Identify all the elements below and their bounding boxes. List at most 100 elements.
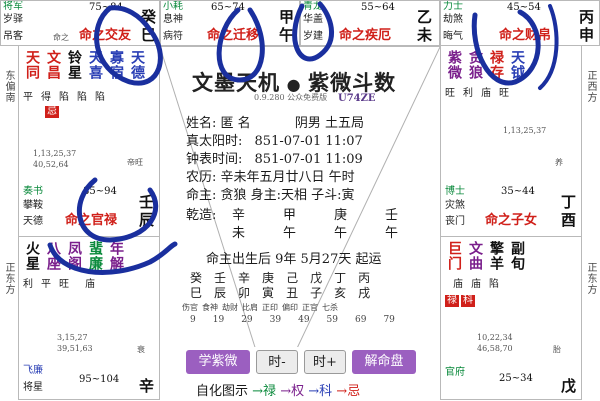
bazi-branches: 未 午 午 午 [232,225,398,242]
bazi-stem: 甲 [283,208,297,223]
version-label: 0.9.280 公众免费版 [254,93,328,102]
minor-star: 寡宿 [108,50,124,80]
luck-age: 29 [241,315,253,325]
palace-star-minor: 岁驿 [3,14,23,25]
brightness: 庙 [85,279,95,290]
palace-star: 奏书 [23,186,43,197]
luck-god: 食神 [202,303,218,312]
luck-god: 伤官 [182,303,198,312]
luck-age: 19 [212,315,225,325]
palace-wu[interactable]: 小耗 息神 病符 65~74 命之迁移 甲 午 [160,0,300,46]
palace-chen[interactable]: 天同 文昌 铃星 天喜 寡宿 天德 平 得 陷 陷 陷 忌 1,13,25,37… [18,46,160,237]
bazi-branch: 未 [232,226,246,241]
bazi-branch: 午 [385,226,399,241]
legend-lu: →禄 [252,384,277,399]
minor-star: 禄存 [488,50,504,80]
luck-stem: 壬 [214,271,227,285]
life-stage: 帝旺 [127,158,143,167]
info-key: 钟表时间: [186,152,243,167]
palace-star-minor: 华盖 [303,14,323,25]
palace-star: 博士 [445,186,465,197]
luck-branch: 辰 [214,286,227,300]
palace-star-minor: 丧门 [445,216,465,227]
palace-branch: 午 [279,26,295,44]
age-list: 39,51,63 [57,344,93,353]
info-row-lunar: 农历: 辛未年五月廿八日 午时 [186,169,355,186]
luck-god: 偏印 [282,303,298,312]
life-stage: 养 [555,158,563,167]
brightness: 平 [23,92,33,103]
info-key: 姓名: [186,116,217,131]
center-panel: 文墨天机 ● 紫微斗数 0.9.280 公众免费版 U74ZE 姓名: 匿 名 … [160,46,440,401]
luck-stem: 丙 [358,271,371,285]
direction-label: 正西方 [585,70,596,103]
palace-name: 命之财帛 [499,28,552,43]
brightness: 利 [463,88,473,99]
luck-god: 七杀 [322,303,338,312]
palace-star: 官府 [445,367,465,378]
palace-stem: 癸 [141,8,157,26]
bazi-stem: 庚 [334,208,348,223]
palace-star: 小耗 [163,1,183,12]
app-title-sub: 紫微斗数 [308,70,397,95]
palace-you[interactable]: 紫微 贪狼 禄存 天钺 旺 利 庙 旺 1,13,25,37 养 博士 灾煞 丧… [440,46,582,237]
hour-plus-button[interactable]: 时+ [304,350,346,374]
age-list: 3,15,27 [57,333,88,342]
age-list: 1,13,25,37 [503,126,547,135]
palace-shen[interactable]: 力士 劫煞 晦气 45~54 命之财帛 丙 申 [440,0,600,46]
info-row-solar-time: 真太阳时: 851-07-01 11:07 [186,133,363,150]
luck-branch: 寅 [262,286,275,300]
palace-star: 将军 [3,1,23,12]
luck-ages-row: 9 19 29 39 49 59 69 79 [190,315,395,325]
palace-star-minor: 晦气 [443,31,463,42]
palace-prefix: 命之 [53,33,69,42]
decode-chart-button[interactable]: 解命盘 [352,350,416,374]
luck-branch: 卯 [238,286,251,300]
star-columns: 巨门 文曲 擎羊 副旬 [445,241,581,271]
palace-si[interactable]: 将军 岁驿 吊客 75~84 命之 命之交友 癸 巳 [0,0,160,46]
info-value: 贪狼 身主:天相 子斗:寅 [220,188,355,203]
minor-star: 天钺 [509,50,525,80]
legend-ji: →忌 [336,384,361,399]
palace-star-minor: 息神 [163,14,183,25]
luck-age: 69 [355,315,367,325]
brightness: 平 [41,279,51,290]
info-key: 真太阳时: [186,134,243,149]
palace-xu[interactable]: 巨门 文曲 擎羊 副旬 庙 庙 陷 禄 科 10,22,34 46,58,70 … [440,237,582,400]
hour-minus-button[interactable]: 时- [256,350,298,374]
age-list: 1,13,25,37 [33,149,77,158]
learn-ziwei-button[interactable]: 学紫微 [186,350,250,374]
palace-name: 命之迁移 [207,28,260,43]
brightness: 旺 [445,88,455,99]
info-value: 851-07-01 11:09 [254,152,363,167]
brightness: 庙 [453,279,463,290]
brightness: 得 [41,92,51,103]
luck-age: 79 [383,315,395,325]
app-title-text: 文墨天机 [192,70,280,95]
bazi-stem: 辛 [232,208,246,223]
hua-ke-badge: 科 [461,295,475,307]
palace-name: 命之交友 [79,28,132,43]
palace-wei[interactable]: 青龙 华盖 岁建 55~64 命之疾厄 乙 未 [300,0,440,46]
major-star: 文昌 [45,50,61,80]
brightness: 陷 [95,92,105,103]
luck-god: 正印 [262,303,278,312]
bazi-stem: 壬 [385,208,399,223]
minor-star: 火星 [24,241,40,271]
info-value: 851-07-01 11:07 [254,134,363,149]
age-list: 10,22,34 [477,333,513,342]
palace-name: 命之疾厄 [339,28,392,43]
palace-branch: 未 [417,26,433,44]
info-key: 农历: [186,170,217,185]
brightness: 利 [23,279,33,290]
luck-stems-row: 癸 壬 辛 庚 己 戊 丁 丙 [190,271,370,285]
star-brightness-row: 平 得 陷 陷 陷 [23,92,105,104]
palace-age-range: 85~94 [83,186,117,197]
palace-star-minor: 病符 [163,31,183,42]
info-row-name: 姓名: 匿 名 阴男 土五局 [186,115,364,132]
luck-stem: 辛 [238,271,251,285]
palace-mao[interactable]: 火星 八座 凤阁 蜚廉 年解 利 平 旺 庙 3,15,27 39,51,63 … [18,237,160,400]
hua-ji-badge: 忌 [45,106,59,118]
hua-lu-badge: 禄 [445,295,459,307]
info-value: 阴男 土五局 [294,116,364,131]
